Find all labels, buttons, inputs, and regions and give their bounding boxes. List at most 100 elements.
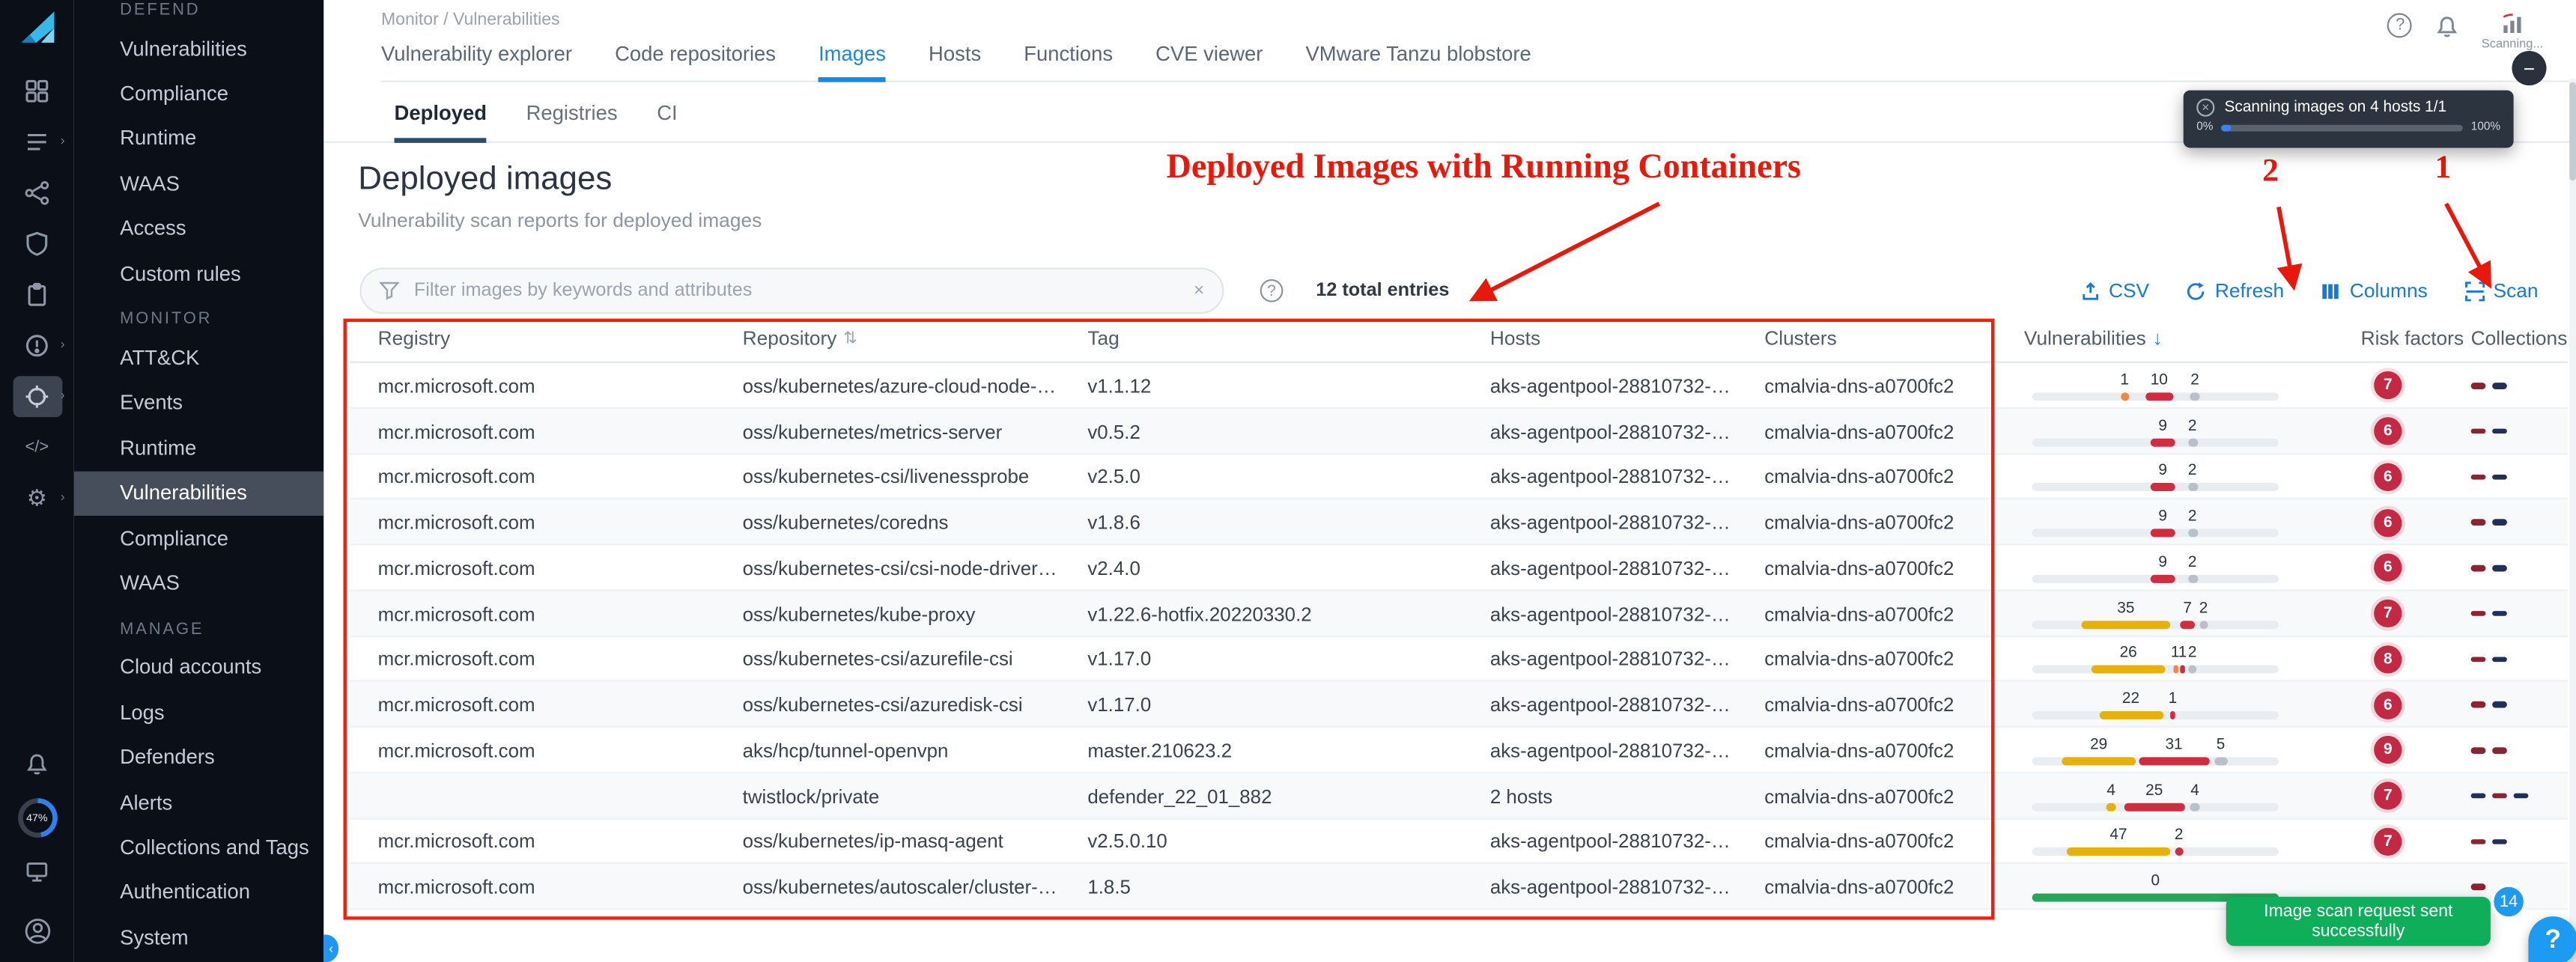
table-row[interactable]: mcr.microsoft.comoss/kubernetes-csi/live…	[350, 454, 2568, 500]
filter-help-icon[interactable]: ?	[1260, 279, 1284, 302]
col-header-hosts[interactable]: Hosts	[1462, 327, 1737, 350]
sidebar-item-waas[interactable]: WAAS	[74, 561, 323, 606]
sidebar-item-defenders[interactable]: Defenders	[74, 735, 323, 780]
col-header-risk-factors[interactable]: Risk factors	[2333, 327, 2443, 350]
sidebar-item-runtime[interactable]: Runtime	[74, 425, 323, 470]
sidebar-item-collections-and-tags[interactable]: Collections and Tags	[74, 825, 323, 870]
incidents-alert-icon[interactable]: ›	[12, 325, 61, 366]
col-header-label: Collections	[2471, 327, 2568, 350]
notifications-bell-icon[interactable]	[2434, 13, 2460, 40]
cell-vulnerabilities: 3572	[1996, 591, 2333, 636]
compliance-clipboard-icon[interactable]	[12, 274, 61, 315]
cell-hosts: aks-agentpool-28810732-vmss000...	[1462, 648, 1737, 671]
table-row[interactable]: mcr.microsoft.comoss/kubernetes/azure-cl…	[350, 363, 2568, 409]
cell-collections	[2443, 520, 2568, 526]
sidebar-item-att-ck[interactable]: ATT&CK	[74, 335, 323, 380]
attack-target-icon[interactable]: ›	[12, 376, 61, 417]
table-row[interactable]: mcr.microsoft.comoss/kubernetes-csi/azur…	[350, 682, 2568, 728]
tab-code-repositories[interactable]: Code repositories	[615, 43, 776, 80]
vulnerability-count: 1	[2120, 371, 2129, 389]
subtab-ci[interactable]: CI	[657, 102, 677, 141]
sidebar-item-vulnerabilities[interactable]: Vulnerabilities	[74, 26, 323, 71]
help-chat-bubble[interactable]: ?	[2528, 916, 2576, 962]
cell-risk-factors: 8	[2333, 645, 2443, 673]
table-row[interactable]: mcr.microsoft.comoss/kubernetes/corednsv…	[350, 499, 2568, 545]
tab-cve-viewer[interactable]: CVE viewer	[1155, 43, 1263, 80]
columns-button[interactable]: Columns	[2320, 279, 2427, 302]
user-profile-icon[interactable]	[12, 910, 61, 951]
settings-gear-icon[interactable]: ⚙ ›	[12, 478, 61, 519]
table-row[interactable]: mcr.microsoft.comoss/kubernetes-csi/csi-…	[350, 545, 2568, 591]
shield-icon[interactable]	[12, 223, 61, 264]
tab-hosts[interactable]: Hosts	[929, 43, 981, 80]
col-header-collections[interactable]: Collections	[2443, 327, 2568, 350]
cell-hosts: aks-agentpool-28810732-vmss000...	[1462, 876, 1737, 899]
table-row[interactable]: mcr.microsoft.comoss/kubernetes/metrics-…	[350, 409, 2568, 454]
col-header-tag[interactable]: Tag	[1060, 327, 1462, 350]
vulnerability-segment	[2106, 803, 2116, 811]
table-row[interactable]: twistlock/privatedefender_22_01_8822 hos…	[350, 773, 2568, 819]
col-header-vulnerabilities[interactable]: Vulnerabilities↓	[1996, 327, 2333, 350]
subtab-deployed[interactable]: Deployed	[395, 102, 487, 141]
sidebar-item-compliance[interactable]: Compliance	[74, 71, 323, 116]
sidebar-item-cloud-accounts[interactable]: Cloud accounts	[74, 645, 323, 690]
vulnerability-bar: 221	[2032, 711, 2279, 719]
defender-monitor-icon[interactable]	[12, 850, 61, 892]
sidebar-item-custom-rules[interactable]: Custom rules	[74, 252, 323, 296]
rules-list-icon[interactable]: ›	[12, 121, 61, 162]
filter-input[interactable]	[410, 279, 1182, 302]
table-row[interactable]: mcr.microsoft.comaks/hcp/tunnel-openvpnm…	[350, 728, 2568, 773]
sidebar-item-authentication[interactable]: Authentication	[74, 870, 323, 915]
sidebar-item-system[interactable]: System	[74, 915, 323, 960]
progress-bar	[2221, 124, 2462, 131]
scrollbar-thumb[interactable]	[2569, 82, 2576, 181]
scan-button[interactable]: Scan	[2464, 279, 2539, 302]
sidebar-item-events[interactable]: Events	[74, 380, 323, 425]
pipeline-icon[interactable]	[12, 172, 61, 213]
col-header-registry[interactable]: Registry	[350, 327, 714, 350]
cell-tag: v1.17.0	[1060, 693, 1462, 716]
sidebar-item-compliance[interactable]: Compliance	[74, 516, 323, 561]
risk-factor-badge: 7	[2374, 827, 2402, 855]
collection-dash	[2471, 657, 2486, 663]
vulnerability-segment	[2175, 848, 2183, 856]
subtab-registries[interactable]: Registries	[526, 102, 618, 141]
tab-vmware-tanzu-blobstore[interactable]: VMware Tanzu blobstore	[1305, 43, 1531, 80]
minimize-button[interactable]: −	[2512, 51, 2546, 85]
notification-count-badge[interactable]: 14	[2491, 883, 2527, 919]
table-row[interactable]: mcr.microsoft.comoss/kubernetes/kube-pro…	[350, 591, 2568, 636]
breadcrumb[interactable]: Monitor / Vulnerabilities	[381, 10, 2576, 29]
col-header-repository[interactable]: Repository⇅	[714, 327, 1060, 350]
sidebar-item-vulnerabilities[interactable]: Vulnerabilities	[74, 471, 323, 516]
sidebar-item-waas[interactable]: WAAS	[74, 161, 323, 206]
dashboard-icon[interactable]	[12, 70, 61, 112]
tab-functions[interactable]: Functions	[1024, 43, 1113, 80]
refresh-button[interactable]: Refresh	[2185, 279, 2284, 302]
code-icon[interactable]: </>	[12, 427, 61, 468]
sidebar-item-alerts[interactable]: Alerts	[74, 780, 323, 825]
vulnerability-count: 9	[2158, 508, 2167, 526]
tab-images[interactable]: Images	[818, 43, 886, 80]
cell-collections	[2443, 474, 2568, 480]
col-header-clusters[interactable]: Clusters	[1737, 327, 1996, 350]
table-row[interactable]: mcr.microsoft.comoss/kubernetes-csi/azur…	[350, 636, 2568, 682]
tab-vulnerability-explorer[interactable]: Vulnerability explorer	[381, 43, 572, 80]
help-icon[interactable]: ?	[2388, 13, 2413, 38]
col-header-label: Hosts	[1490, 327, 1540, 350]
vertical-scrollbar[interactable]	[2569, 79, 2576, 962]
scan-progress-popup: × Scanning images on 4 hosts 1/1 0% 100%	[2184, 91, 2514, 148]
scan-progress-ring[interactable]: 47%	[17, 798, 57, 838]
csv-button[interactable]: CSV	[2079, 279, 2149, 302]
close-icon[interactable]: ×	[2196, 99, 2214, 117]
vulnerability-count: 10	[2151, 371, 2168, 389]
sidebar-item-runtime[interactable]: Runtime	[74, 116, 323, 161]
scanning-status[interactable]: Scanning...	[2482, 13, 2543, 51]
clear-filter-icon[interactable]: ×	[1194, 281, 1204, 300]
sidebar-item-logs[interactable]: Logs	[74, 690, 323, 735]
sort-icon[interactable]: ⇅	[843, 329, 857, 347]
filter-box[interactable]: ×	[359, 268, 1224, 314]
sort-desc-icon[interactable]: ↓	[2153, 327, 2163, 350]
sidebar-item-access[interactable]: Access	[74, 206, 323, 251]
notifications-bell-icon[interactable]	[12, 744, 61, 785]
table-row[interactable]: mcr.microsoft.comoss/kubernetes/ip-masq-…	[350, 819, 2568, 865]
